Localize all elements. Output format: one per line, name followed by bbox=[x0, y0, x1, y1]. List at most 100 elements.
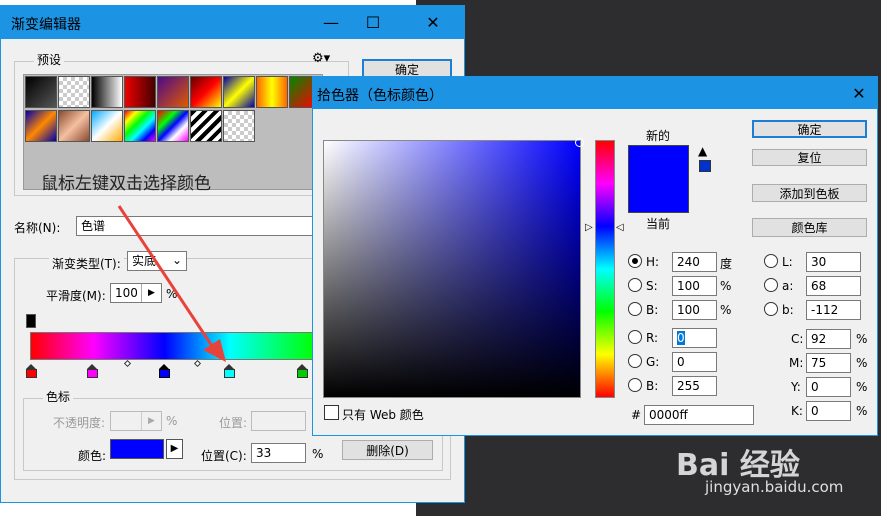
name-input[interactable]: 色谱 bbox=[76, 216, 316, 236]
a-input[interactable]: 68 bbox=[806, 276, 861, 296]
l-input[interactable]: 30 bbox=[806, 252, 861, 272]
presets-label: 预设 bbox=[34, 51, 65, 68]
color-stop[interactable] bbox=[224, 364, 235, 378]
color-field-cursor[interactable] bbox=[575, 138, 584, 147]
preset-swatch[interactable] bbox=[25, 110, 57, 142]
stop-color-swatch[interactable] bbox=[110, 439, 164, 459]
preset-swatch[interactable] bbox=[58, 76, 90, 108]
color-stop[interactable] bbox=[87, 364, 98, 378]
new-color-swatch bbox=[628, 145, 689, 213]
blue-input[interactable]: 255 bbox=[672, 376, 717, 396]
window-title: 渐变编辑器 bbox=[11, 17, 81, 33]
opacity-label: 不透明度: bbox=[53, 416, 106, 430]
close-button[interactable]: ✕ bbox=[839, 77, 879, 110]
k-unit: % bbox=[856, 404, 868, 418]
smoothness-unit: % bbox=[166, 287, 178, 301]
k-label: K: bbox=[791, 404, 803, 418]
delete-button[interactable]: 删除(D) bbox=[342, 440, 433, 460]
gear-icon[interactable]: ⚙▾ bbox=[312, 51, 330, 66]
name-label: 名称(N): bbox=[14, 221, 61, 235]
lab-b-input[interactable]: -112 bbox=[806, 300, 861, 320]
smoothness-input[interactable]: 100 ▶ bbox=[110, 283, 162, 303]
blue-label: B: bbox=[646, 379, 659, 393]
preset-swatch[interactable] bbox=[223, 76, 255, 108]
close-button[interactable]: ✕ bbox=[413, 6, 453, 39]
gamut-warning-icon[interactable]: ▲ bbox=[698, 144, 707, 158]
preset-swatch[interactable] bbox=[25, 76, 57, 108]
preset-swatch[interactable] bbox=[190, 76, 222, 108]
s-label: S: bbox=[646, 279, 658, 293]
gradient-type-value: 实底 bbox=[132, 254, 157, 268]
ok-button[interactable]: 确定 bbox=[752, 120, 867, 138]
preset-swatch[interactable] bbox=[157, 76, 189, 108]
web-safe-swatch[interactable] bbox=[699, 160, 711, 172]
lab-b-label: b: bbox=[782, 303, 794, 317]
add-to-swatches-button[interactable]: 添加到色板 bbox=[752, 184, 867, 202]
color-field[interactable] bbox=[323, 140, 581, 398]
stop-color bbox=[26, 369, 37, 378]
radio-r[interactable] bbox=[628, 330, 642, 344]
maximize-button[interactable]: ☐ bbox=[353, 6, 393, 39]
opacity-stop[interactable] bbox=[26, 314, 36, 328]
gradient-bar[interactable] bbox=[30, 332, 316, 360]
radio-h[interactable] bbox=[628, 254, 642, 268]
hex-input[interactable]: 0000ff bbox=[644, 405, 754, 425]
web-only-checkbox[interactable] bbox=[324, 405, 339, 420]
preset-swatch[interactable] bbox=[223, 110, 255, 142]
preset-swatch[interactable] bbox=[91, 110, 123, 142]
color-stop[interactable] bbox=[297, 364, 308, 378]
hue-slider[interactable] bbox=[595, 140, 615, 398]
g-label: G: bbox=[646, 355, 660, 369]
radio-l[interactable] bbox=[764, 254, 778, 268]
preset-swatch[interactable] bbox=[157, 110, 189, 142]
c-input[interactable]: 92 bbox=[806, 329, 851, 349]
preset-swatch[interactable] bbox=[190, 110, 222, 142]
color-stop[interactable] bbox=[26, 364, 37, 378]
radio-lab-b[interactable] bbox=[764, 302, 778, 316]
r-input[interactable]: 0 bbox=[672, 328, 717, 348]
h-input[interactable]: 240 bbox=[672, 252, 717, 272]
baidu-watermark-url: jingyan.baidu.com bbox=[705, 478, 844, 496]
hex-label: # bbox=[631, 408, 642, 422]
reset-button[interactable]: 复位 bbox=[752, 149, 867, 166]
hue-pointer-left-icon[interactable]: ▷ bbox=[585, 222, 593, 233]
k-input[interactable]: 0 bbox=[806, 401, 851, 421]
radio-a[interactable] bbox=[764, 278, 778, 292]
m-input[interactable]: 75 bbox=[806, 353, 851, 373]
preset-swatch[interactable] bbox=[124, 110, 156, 142]
y-label: Y: bbox=[791, 380, 801, 394]
b-unit: % bbox=[720, 303, 732, 317]
current-label: 当前 bbox=[646, 217, 671, 231]
color-libraries-button[interactable]: 颜色库 bbox=[752, 218, 867, 237]
radio-s[interactable] bbox=[628, 278, 642, 292]
y-input[interactable]: 0 bbox=[806, 377, 851, 397]
stepper-arrow-icon[interactable]: ▶ bbox=[141, 284, 161, 302]
b-input[interactable]: 100 bbox=[672, 300, 717, 320]
new-label: 新的 bbox=[646, 129, 671, 143]
preset-swatch[interactable] bbox=[91, 76, 123, 108]
preset-swatch[interactable] bbox=[58, 110, 90, 142]
location-input[interactable]: 33 bbox=[251, 443, 306, 463]
smoothness-value: 100 bbox=[115, 286, 138, 300]
c-label: C: bbox=[791, 332, 804, 346]
radio-blue[interactable] bbox=[628, 378, 642, 392]
color-stop-selected[interactable] bbox=[159, 364, 170, 378]
color-menu-arrow-icon[interactable]: ▶ bbox=[166, 439, 183, 459]
gradient-type-select[interactable]: 实底 ⌄ bbox=[127, 251, 187, 271]
color-picker-titlebar: 拾色器（色标颜色） ✕ bbox=[313, 77, 877, 109]
minimize-button[interactable]: — bbox=[311, 6, 351, 39]
preset-swatch[interactable] bbox=[124, 76, 156, 108]
hue-pointer-right-icon[interactable]: ◁ bbox=[616, 222, 624, 233]
s-input[interactable]: 100 bbox=[672, 276, 717, 296]
radio-b[interactable] bbox=[628, 302, 642, 316]
g-input[interactable]: 0 bbox=[672, 352, 717, 372]
r-label: R: bbox=[646, 331, 659, 345]
color-picker-title: 拾色器（色标颜色） bbox=[317, 88, 443, 104]
m-label: M: bbox=[789, 356, 804, 370]
gradient-editor-titlebar: 渐变编辑器 — ☐ ✕ bbox=[1, 6, 464, 39]
radio-g[interactable] bbox=[628, 354, 642, 368]
smoothness-label: 平滑度(M): bbox=[46, 289, 106, 303]
preset-swatch[interactable] bbox=[256, 76, 288, 108]
hint-text: 鼠标左键双击选择颜色 bbox=[41, 174, 211, 194]
stop-color bbox=[159, 369, 170, 378]
